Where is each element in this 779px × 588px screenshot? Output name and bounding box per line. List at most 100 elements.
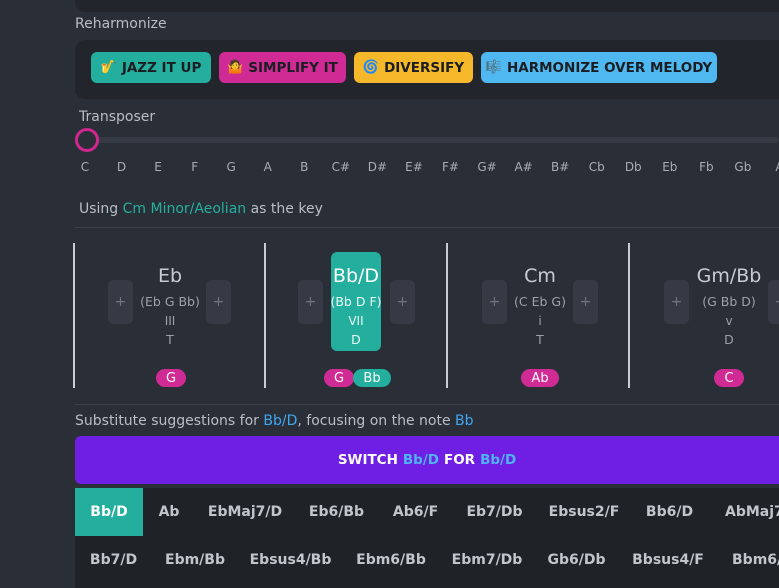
tick-label: E [154,160,162,174]
divider [75,227,779,228]
tick-label: E# [405,160,423,174]
suggestion-chip[interactable]: Ebsus4/Bb [238,536,343,584]
tick-label: Eb [662,160,678,174]
add-chord-before-button[interactable]: + [482,280,507,324]
substitute-info: Substitute suggestions for Bb/D, focusin… [75,413,474,429]
chord-name: Cm [524,265,556,287]
add-chord-before-button[interactable]: + [664,280,689,324]
chord-card-selected[interactable]: Bb/D (Bb D F) VII D [330,252,382,351]
switch-prefix: SWITCH [337,452,398,468]
tick-label: G# [477,160,497,174]
chord-name: Eb [157,265,183,287]
diversify-label: DIVERSIFY [384,59,465,76]
add-chord-before-button[interactable]: + [108,280,133,324]
chord-notes: (Bb D F) [330,294,382,309]
chord-function: T [166,332,174,347]
tick-label: B [300,160,309,174]
substitute-prefix: Substitute suggestions for [75,413,259,429]
tick-label: Db [624,160,642,174]
transposer-slider[interactable]: C D E F G A B C# D# E# F# G# A# B# Cb Db Eb Fb Gb A [75,108,779,183]
add-chord-after-button[interactable]: + [390,280,415,324]
chord-degree: VII [348,314,364,328]
add-chord-after-button[interactable]: + [768,280,779,324]
chord-card[interactable]: Cm (C Eb G) i T [514,252,566,351]
chord-notes: (Eb G Bb) [140,294,200,309]
switch-middle: FOR [443,452,476,468]
cyclone-icon: 🌀 [362,60,380,75]
chord-notes: (C Eb G) [514,294,566,309]
reharmonize-panel: 🎷 JAZZ IT UP 🤷 SIMPLIFY IT 🌀 DIVERSIFY 🎼… [75,40,779,99]
suggestion-chip[interactable]: Ebm/Bb [152,536,238,584]
simplify-it-button[interactable]: 🤷 SIMPLIFY IT [219,52,346,83]
tick-label: F [191,160,199,174]
chord-function: T [536,332,544,347]
switch-to: Bb/D [480,452,517,468]
key-prefix: Using [79,201,119,217]
slider-track[interactable] [85,137,779,143]
note-pill[interactable]: G [156,369,186,387]
tick-label: G [226,160,236,174]
slider-thumb[interactable] [75,128,99,152]
chord-degree: v [725,314,733,328]
tick-label: A [775,160,779,174]
top-panel-edge [75,0,779,12]
jazz-it-up-button[interactable]: 🎷 JAZZ IT UP [91,52,211,83]
chord-column-gm-bb: + Gm/Bb (G Bb D) v D + C [628,243,779,388]
divider [75,404,779,405]
chord-column-eb: + Eb (Eb G Bb) III T + G [73,243,253,388]
suggestion-chip[interactable]: Ebm7/Db [439,536,535,584]
key-suffix: as the key [250,201,323,217]
chord-name: Gm/Bb [696,265,762,287]
chord-card[interactable]: Eb (Eb G Bb) III T [140,252,200,351]
add-chord-after-button[interactable]: + [573,280,598,324]
chord-degree: III [164,314,176,328]
reharmonize-label: Reharmonize [75,16,167,32]
harmonize-over-melody-label: HARMONIZE OVER MELODY [506,59,713,76]
note-pill-focused[interactable]: Bb [353,369,391,387]
tick-label: C# [331,160,351,174]
tick-label: D# [367,160,388,174]
add-chord-before-button[interactable]: + [298,280,323,324]
suggestion-chip[interactable]: Ebm6/Bb [343,536,439,584]
key-info: Using Cm Minor/Aeolian as the key [79,201,323,217]
suggestion-chip[interactable]: Bbm6/ [718,536,779,584]
substitute-note: Bb [455,413,474,429]
tick-label: D [116,160,127,174]
chord-function: D [724,332,734,347]
note-pill[interactable]: G [324,369,354,387]
chord-column-cm: + Cm (C Eb G) i T + Ab [446,243,626,388]
tick-label: B# [550,160,570,174]
tick-label: C [80,160,90,174]
tick-label: A [263,160,272,174]
note-pill[interactable]: Ab [521,369,559,387]
harmonize-over-melody-button[interactable]: 🎼 HARMONIZE OVER MELODY [481,52,717,83]
note-pill[interactable]: C [714,369,744,387]
diversify-button[interactable]: 🌀 DIVERSIFY [354,52,473,83]
suggestion-chip[interactable]: Eb7/Db [453,488,536,536]
suggestion-chip[interactable]: Bbsus4/F [618,536,718,584]
suggestion-chip[interactable]: AbMaj7/ [707,488,779,536]
suggestion-grid: Bb/D Ab EbMaj7/D Eb6/Bb Ab6/F Eb7/Db Ebs… [75,488,779,588]
key-name[interactable]: Cm Minor/Aeolian [123,201,246,217]
tick-label: Fb [699,160,714,174]
suggestion-chip[interactable]: Eb6/Bb [295,488,378,536]
suggestion-chip[interactable]: Ab6/F [378,488,453,536]
suggestion-chip[interactable]: Ebsus2/F [536,488,632,536]
switch-chord-button[interactable]: SWITCH Bb/D FOR Bb/D [75,436,779,484]
suggestion-chip-active[interactable]: Bb/D [75,488,143,536]
switch-from: Bb/D [402,452,439,468]
tick-label: F# [442,160,459,174]
add-chord-after-button[interactable]: + [206,280,231,324]
suggestion-chip[interactable]: Bb7/D [75,536,152,584]
shrug-icon: 🤷 [227,60,244,75]
saxophone-icon: 🎷 [100,60,117,75]
tick-label: A# [514,160,533,174]
suggestion-chip[interactable]: Gb6/Db [535,536,618,584]
chord-card[interactable]: Gm/Bb (G Bb D) v D [697,252,762,351]
jazz-it-up-label: JAZZ IT UP [121,59,202,76]
musical-score-icon: 🎼 [485,60,502,75]
suggestion-chip[interactable]: Ab [143,488,195,536]
suggestion-chip[interactable]: Bb6/D [632,488,707,536]
left-gutter [0,0,75,588]
suggestion-chip[interactable]: EbMaj7/D [195,488,295,536]
